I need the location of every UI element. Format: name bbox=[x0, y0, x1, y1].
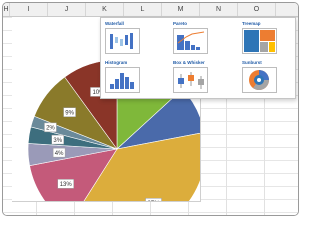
column-header-I[interactable]: I bbox=[10, 3, 48, 16]
gallery-item-label: Sunburst bbox=[242, 60, 262, 65]
pie-data-label: 13% bbox=[57, 179, 74, 189]
pie-data-label: 2% bbox=[44, 122, 57, 133]
svg-text:3%: 3% bbox=[53, 138, 62, 144]
column-header-H[interactable]: H bbox=[3, 3, 10, 16]
pie-data-label: 4% bbox=[52, 147, 66, 158]
gallery-item-label: Treemap bbox=[242, 21, 261, 26]
gallery-item-waterfall[interactable]: Waterfall bbox=[105, 21, 165, 57]
histogram-chart-icon bbox=[105, 67, 140, 93]
pareto-chart-icon bbox=[173, 28, 208, 54]
svg-text:2%: 2% bbox=[46, 126, 55, 132]
sunburst-chart-icon bbox=[242, 67, 277, 93]
column-header-K[interactable]: K bbox=[86, 3, 124, 16]
svg-text:13%: 13% bbox=[60, 182, 73, 188]
gallery-item-treemap[interactable]: Treemap bbox=[242, 21, 298, 57]
svg-text:4%: 4% bbox=[55, 151, 64, 157]
pie-data-label: 37% bbox=[145, 198, 162, 201]
waterfall-chart-icon bbox=[105, 28, 140, 54]
column-header-O[interactable]: O bbox=[238, 3, 276, 16]
gallery-item-label: Pareto bbox=[173, 21, 188, 26]
svg-text:9%: 9% bbox=[65, 110, 74, 116]
column-header-N[interactable]: N bbox=[200, 3, 238, 16]
gallery-item-label: Waterfall bbox=[105, 21, 124, 26]
gallery-item-histogram[interactable]: Histogram bbox=[105, 60, 165, 96]
gallery-item-box-whisker[interactable]: Box & Whisker bbox=[173, 60, 233, 96]
gallery-item-label: Box & Whisker bbox=[173, 60, 205, 65]
gallery-item-label: Histogram bbox=[105, 60, 128, 65]
pie-data-label: 3% bbox=[51, 134, 64, 145]
box-whisker-chart-icon bbox=[173, 67, 208, 93]
column-header-J[interactable]: J bbox=[48, 3, 86, 16]
column-header-L[interactable]: L bbox=[124, 3, 162, 16]
gallery-item-pareto[interactable]: Pareto bbox=[173, 21, 233, 57]
spreadsheet-window: H I J K L M N O 37%13%4%3%2%9%10% Waterf… bbox=[2, 2, 299, 216]
chart-type-gallery: Waterfall Pareto Treemap Histogram Box &… bbox=[100, 17, 296, 99]
column-header-M[interactable]: M bbox=[162, 3, 200, 16]
column-header-row: H I J K L M N O bbox=[3, 3, 298, 17]
treemap-chart-icon bbox=[242, 28, 277, 54]
pie-data-label: 9% bbox=[63, 107, 76, 117]
gallery-item-sunburst[interactable]: Sunburst bbox=[242, 60, 298, 96]
